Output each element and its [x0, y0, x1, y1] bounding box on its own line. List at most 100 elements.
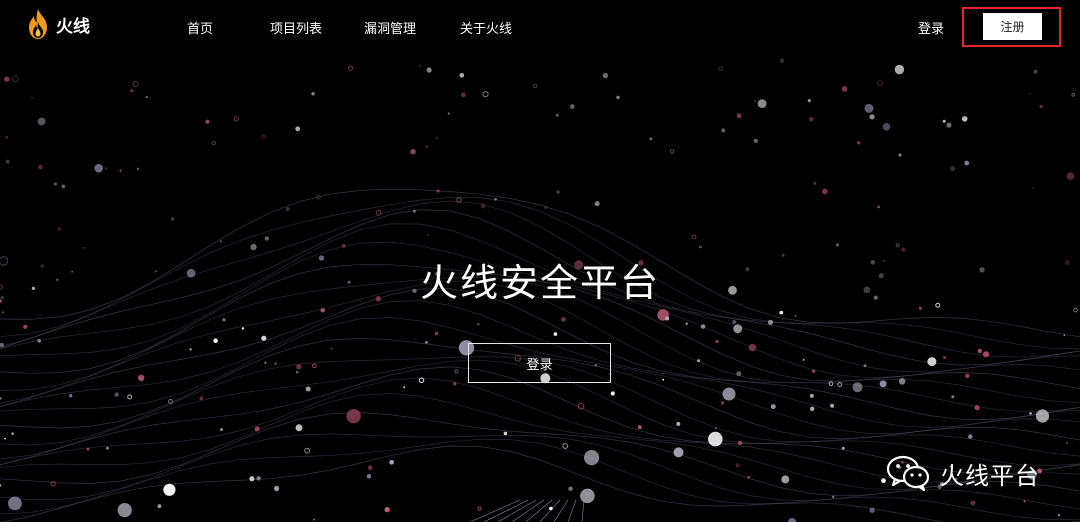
nav-item-about[interactable]: 关于火线 — [460, 18, 512, 37]
particle — [163, 483, 176, 496]
particle — [454, 369, 459, 374]
particle — [779, 58, 785, 63]
particle — [691, 234, 697, 240]
grid-line — [553, 499, 569, 522]
nav-item-home[interactable]: 首页 — [187, 18, 213, 37]
brand-logo[interactable]: 火线 — [26, 8, 90, 40]
particle — [295, 126, 301, 132]
particle — [830, 403, 835, 408]
particle — [480, 203, 486, 209]
particle — [1066, 442, 1069, 444]
particle — [720, 401, 725, 405]
particle — [616, 95, 620, 100]
particle — [961, 116, 968, 122]
particle — [555, 113, 559, 117]
particle — [130, 89, 134, 93]
particle — [781, 475, 790, 484]
particle — [94, 163, 103, 173]
particle — [1032, 187, 1034, 189]
particle — [241, 327, 245, 330]
grid-line — [483, 499, 529, 522]
particle — [82, 246, 85, 249]
particle — [736, 113, 742, 118]
grid-line — [581, 499, 585, 522]
particle — [477, 323, 480, 326]
particle — [894, 64, 905, 75]
particle — [410, 148, 416, 155]
particle — [311, 92, 315, 96]
particle — [673, 447, 684, 458]
particle — [662, 378, 665, 381]
particle — [700, 324, 706, 329]
particle — [426, 67, 432, 73]
particle — [946, 122, 952, 128]
particle — [950, 166, 956, 172]
particle — [602, 72, 609, 79]
particle — [610, 391, 615, 396]
particle — [436, 189, 440, 193]
particle — [1033, 69, 1038, 74]
particle — [261, 134, 266, 139]
particle — [295, 370, 299, 374]
particle — [568, 486, 573, 491]
particle — [942, 119, 946, 123]
particle — [330, 347, 333, 350]
particle — [69, 394, 73, 398]
grid-line — [469, 499, 521, 522]
particle — [735, 463, 740, 468]
particle — [1073, 307, 1078, 313]
particle — [1057, 514, 1060, 517]
particle — [685, 322, 688, 325]
particle — [482, 91, 489, 98]
particle — [37, 117, 46, 126]
particle — [213, 338, 218, 344]
particle — [877, 80, 883, 87]
wechat-icon — [886, 455, 930, 491]
particle — [974, 405, 980, 411]
nav-login-link[interactable]: 登录 — [918, 18, 944, 37]
particle — [5, 159, 10, 164]
particle — [927, 357, 937, 367]
particle — [311, 363, 317, 369]
grid-line — [567, 499, 577, 522]
particle — [977, 348, 982, 354]
particle — [254, 426, 260, 432]
brand-name: 火线 — [56, 16, 90, 37]
particle — [951, 395, 955, 399]
particle — [809, 393, 814, 398]
particle — [264, 361, 267, 364]
particle — [943, 356, 947, 360]
particle — [261, 335, 267, 341]
particle — [233, 116, 240, 122]
particle — [189, 348, 192, 351]
nav-item-vulnerabilities[interactable]: 漏洞管理 — [364, 18, 416, 37]
particle — [732, 319, 737, 325]
particle — [157, 504, 162, 508]
particle — [461, 92, 466, 98]
particle — [119, 169, 122, 172]
nav-item-projects[interactable]: 项目列表 — [270, 18, 322, 37]
particle — [669, 149, 675, 154]
particle — [767, 319, 774, 325]
particle — [4, 437, 6, 440]
particle — [556, 190, 560, 194]
particle — [145, 96, 148, 99]
particle — [788, 518, 797, 522]
watermark-text: 火线平台 — [940, 461, 1040, 490]
particle — [733, 324, 743, 334]
particle — [7, 496, 22, 511]
particle — [285, 207, 290, 212]
particle — [841, 86, 848, 92]
particle — [813, 181, 817, 185]
particle — [1066, 172, 1075, 180]
particle — [544, 205, 548, 209]
particle — [715, 427, 717, 430]
particle — [748, 343, 757, 352]
particle — [882, 123, 891, 131]
particle — [412, 209, 416, 213]
particle — [553, 332, 558, 336]
particle — [1071, 92, 1076, 97]
particle — [811, 369, 816, 373]
hero-login-button[interactable]: 登录 — [468, 343, 611, 383]
register-button[interactable]: 注册 — [983, 13, 1042, 40]
